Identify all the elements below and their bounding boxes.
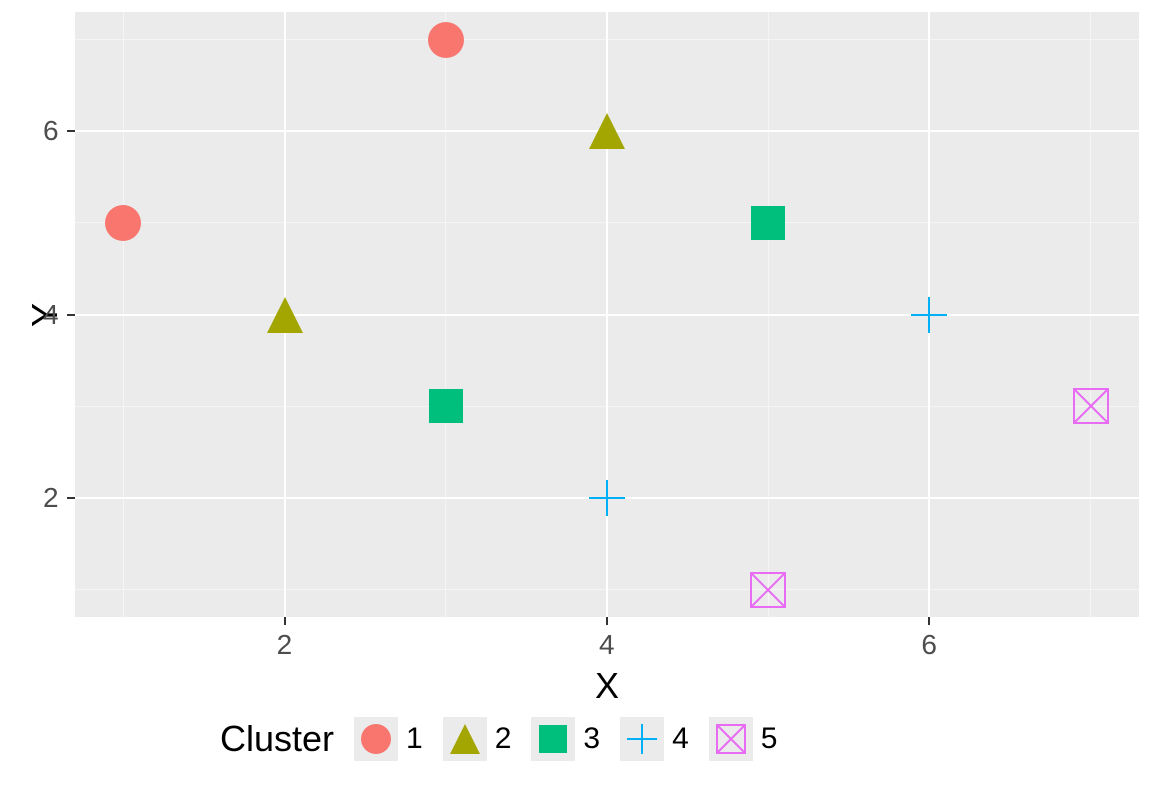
data-point-cluster-5 bbox=[1071, 386, 1111, 426]
legend-label: 4 bbox=[672, 722, 689, 756]
x-tick-mark bbox=[284, 617, 286, 625]
x-tick-label: 6 bbox=[921, 629, 937, 661]
data-point-cluster-2 bbox=[265, 295, 305, 335]
y-tick-label: 4 bbox=[43, 299, 59, 331]
y-major-grid bbox=[75, 314, 1139, 316]
legend-key-icon bbox=[709, 717, 753, 761]
legend-item-4: 4 bbox=[620, 717, 689, 761]
legend-label: 5 bbox=[761, 722, 778, 756]
data-point-cluster-5 bbox=[748, 570, 788, 610]
legend-key-icon bbox=[531, 717, 575, 761]
legend: Cluster 1 2 3 4 5 bbox=[220, 717, 777, 761]
legend-title: Cluster bbox=[220, 718, 334, 760]
legend-label: 1 bbox=[406, 722, 423, 756]
data-point-cluster-1 bbox=[426, 20, 466, 60]
chart-container: Y X Cluster 12345 246246 bbox=[0, 0, 1152, 806]
legend-key-icon bbox=[354, 717, 398, 761]
data-point-cluster-3 bbox=[748, 203, 788, 243]
legend-key-icon bbox=[443, 717, 487, 761]
y-tick-mark bbox=[67, 497, 75, 499]
legend-item-2: 2 bbox=[443, 717, 512, 761]
x-tick-label: 2 bbox=[277, 629, 293, 661]
data-point-cluster-3 bbox=[426, 386, 466, 426]
x-axis-title: X bbox=[595, 665, 619, 707]
x-tick-mark bbox=[928, 617, 930, 625]
legend-label: 3 bbox=[583, 722, 600, 756]
legend-label: 2 bbox=[495, 722, 512, 756]
x-tick-label: 4 bbox=[599, 629, 615, 661]
legend-item-5: 5 bbox=[709, 717, 778, 761]
data-point-cluster-4 bbox=[909, 295, 949, 335]
y-tick-label: 6 bbox=[43, 115, 59, 147]
legend-key-icon bbox=[620, 717, 664, 761]
legend-item-3: 3 bbox=[531, 717, 600, 761]
legend-item-1: 1 bbox=[354, 717, 423, 761]
data-point-cluster-4 bbox=[587, 478, 627, 518]
y-tick-label: 2 bbox=[43, 482, 59, 514]
y-tick-mark bbox=[67, 130, 75, 132]
data-point-cluster-1 bbox=[103, 203, 143, 243]
data-point-cluster-2 bbox=[587, 111, 627, 151]
x-tick-mark bbox=[606, 617, 608, 625]
y-tick-mark bbox=[67, 314, 75, 316]
